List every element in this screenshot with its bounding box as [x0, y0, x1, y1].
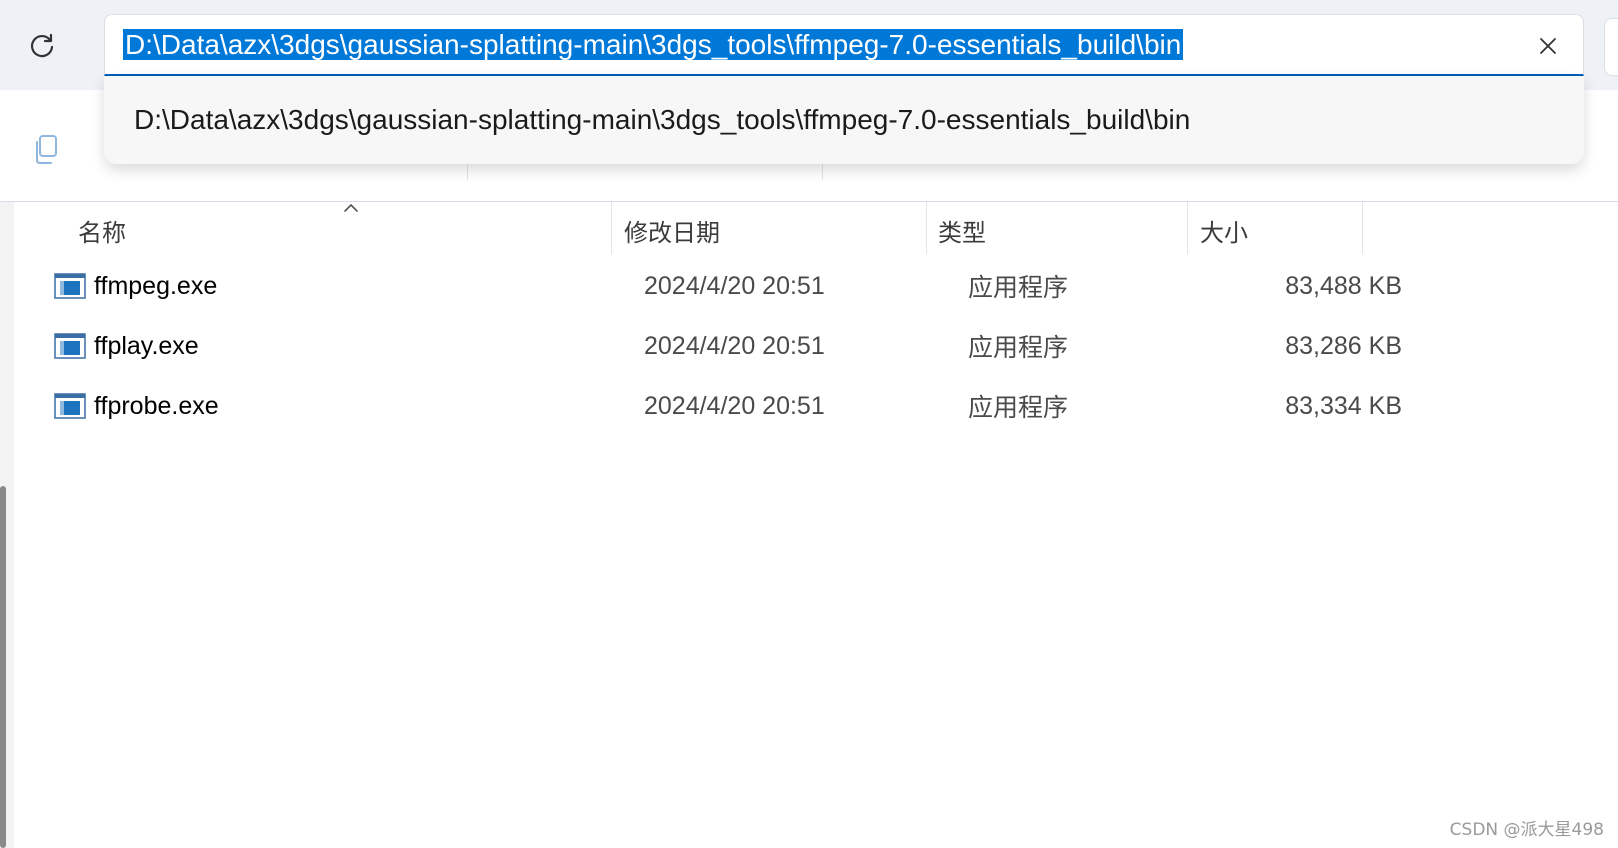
- refresh-icon: [30, 33, 54, 58]
- column-divider[interactable]: [1187, 202, 1188, 254]
- file-name: ffprobe.exe: [94, 391, 219, 420]
- file-type: 应用程序: [968, 394, 1069, 422]
- file-date: 2024/4/20 20:51: [644, 331, 825, 360]
- watermark: CSDN @派大星498: [1449, 820, 1604, 840]
- file-explorer-window: D:\Data\azx\3dgs\gaussian-splatting-main…: [0, 0, 1618, 848]
- file-size: 83,286 KB: [1285, 331, 1402, 360]
- file-size: 83,334 KB: [1285, 391, 1402, 420]
- address-suggestion-dropdown: D:\Data\azx\3dgs\gaussian-splatting-main…: [104, 76, 1584, 164]
- column-header-type[interactable]: 类型: [938, 202, 1188, 258]
- file-list: 名称 修改日期 类型 大小 ffmpeg.exe 2024/4/20 20:51…: [14, 202, 1618, 848]
- column-divider[interactable]: [1362, 202, 1363, 254]
- column-header-date[interactable]: 修改日期: [624, 202, 924, 258]
- scrollbar-thumb[interactable]: [0, 486, 6, 848]
- column-header-name[interactable]: 名称: [78, 202, 608, 258]
- file-name: ffmpeg.exe: [94, 271, 218, 300]
- file-name: ffplay.exe: [94, 331, 199, 360]
- column-header-name-label: 名称: [78, 219, 126, 247]
- copy-icon: [36, 135, 57, 164]
- close-icon: [1540, 38, 1556, 54]
- application-icon: [54, 333, 86, 359]
- file-name-cell: ffplay.exe: [54, 316, 199, 376]
- file-row[interactable]: ffmpeg.exe 2024/4/20 20:51 应用程序 83,488 K…: [14, 256, 1618, 316]
- application-icon: [54, 273, 86, 299]
- refresh-button[interactable]: [22, 26, 62, 66]
- column-divider[interactable]: [926, 202, 927, 254]
- address-selected-text: D:\Data\azx\3dgs\gaussian-splatting-main…: [123, 29, 1184, 60]
- file-date: 2024/4/20 20:51: [644, 271, 825, 300]
- file-type: 应用程序: [968, 334, 1069, 362]
- file-row[interactable]: ffplay.exe 2024/4/20 20:51 应用程序 83,286 K…: [14, 316, 1618, 376]
- file-name-cell: ffprobe.exe: [54, 376, 219, 436]
- column-header-type-label: 类型: [938, 219, 986, 247]
- column-header-size[interactable]: 大小: [1200, 202, 1360, 258]
- clear-address-button[interactable]: [1531, 29, 1565, 63]
- file-size: 83,488 KB: [1285, 271, 1402, 300]
- file-name-cell: ffmpeg.exe: [54, 256, 217, 316]
- file-type: 应用程序: [968, 274, 1069, 302]
- address-suggestion-item[interactable]: D:\Data\azx\3dgs\gaussian-splatting-main…: [134, 100, 1190, 140]
- file-date: 2024/4/20 20:51: [644, 391, 825, 420]
- column-divider[interactable]: [611, 202, 612, 254]
- column-header-date-label: 修改日期: [624, 219, 720, 247]
- address-box[interactable]: D:\Data\azx\3dgs\gaussian-splatting-main…: [104, 14, 1584, 76]
- column-header-size-label: 大小: [1200, 219, 1248, 247]
- file-row[interactable]: ffprobe.exe 2024/4/20 20:51 应用程序 83,334 …: [14, 376, 1618, 436]
- window-edge: [1604, 18, 1618, 76]
- address-input[interactable]: D:\Data\azx\3dgs\gaussian-splatting-main…: [123, 27, 1184, 63]
- application-icon: [54, 393, 86, 419]
- copy-button[interactable]: [26, 130, 66, 170]
